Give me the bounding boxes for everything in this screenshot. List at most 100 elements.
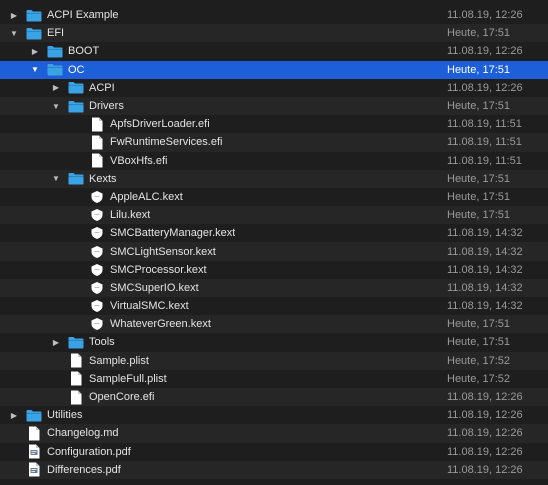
folder-row[interactable]: ▼ OC Heute, 17:51	[0, 60, 548, 79]
document-icon	[68, 353, 84, 368]
kext-icon	[89, 245, 105, 259]
disclosure-triangle-down-icon[interactable]: ▼	[50, 173, 62, 185]
item-date-modified: 11.08.19, 12:26	[447, 9, 523, 22]
item-name: VBoxHfs.efi	[110, 154, 168, 167]
item-name: EFI	[47, 27, 65, 40]
document-icon	[26, 426, 42, 441]
item-date-modified: 11.08.19, 12:26	[447, 409, 523, 422]
file-row[interactable]: OpenCore.efi 11.08.19, 12:26	[0, 387, 548, 407]
folder-row[interactable]: ▶ ACPI Example 11.08.19, 12:26	[0, 6, 548, 24]
file-row[interactable]: Configuration.pdf 11.08.19, 12:26	[0, 443, 548, 461]
item-name: Configuration.pdf	[47, 445, 131, 458]
file-row[interactable]: WhateverGreen.kext Heute, 17:51	[0, 315, 548, 334]
folder-icon	[47, 63, 63, 77]
folder-row[interactable]: ▼ Drivers Heute, 17:51	[0, 96, 548, 116]
disclosure-triangle-right-icon[interactable]: ▶	[50, 82, 62, 94]
disclosure-triangle-right-icon[interactable]: ▶	[50, 336, 62, 348]
item-date-modified: 11.08.19, 12:26	[447, 463, 523, 476]
disclosure-triangle-down-icon[interactable]: ▼	[50, 100, 62, 112]
item-name: Sample.plist	[89, 354, 149, 367]
disclosure-triangle-right-icon[interactable]: ▶	[8, 409, 20, 421]
disclosure-triangle-right-icon[interactable]: ▶	[8, 9, 20, 21]
folder-row[interactable]: ▶ Utilities 11.08.19, 12:26	[0, 406, 548, 424]
file-row[interactable]: SampleFull.plist Heute, 17:52	[0, 370, 548, 388]
file-row[interactable]: SMCBatteryManager.kext 11.08.19, 14:32	[0, 224, 548, 242]
folder-icon	[68, 81, 84, 95]
file-row[interactable]: SMCSuperIO.kext 11.08.19, 14:32	[0, 278, 548, 297]
item-date-modified: Heute, 17:51	[447, 209, 510, 222]
folder-row[interactable]: ▶ Tools Heute, 17:51	[0, 333, 548, 351]
file-row[interactable]: AppleALC.kext Heute, 17:51	[0, 188, 548, 206]
kext-icon	[89, 226, 105, 240]
disclosure-triangle-down-icon[interactable]: ▼	[29, 64, 41, 76]
document-icon	[89, 153, 105, 168]
item-date-modified: 11.08.19, 12:26	[447, 445, 523, 458]
kext-icon	[89, 190, 105, 204]
kext-icon	[89, 281, 105, 295]
item-name: SampleFull.plist	[89, 372, 167, 385]
item-date-modified: 11.08.19, 14:32	[447, 263, 523, 276]
file-row[interactable]: FwRuntimeServices.efi 11.08.19, 11:51	[0, 133, 548, 152]
item-date-modified: Heute, 17:51	[447, 190, 510, 203]
item-date-modified: Heute, 17:51	[447, 27, 510, 40]
document-icon	[89, 117, 105, 132]
item-date-modified: Heute, 17:51	[447, 100, 510, 113]
item-date-modified: 11.08.19, 14:32	[447, 300, 523, 313]
item-date-modified: Heute, 17:51	[447, 172, 510, 185]
file-row[interactable]: ApfsDriverLoader.efi 11.08.19, 11:51	[0, 115, 548, 133]
folder-row[interactable]: ▶ BOOT 11.08.19, 12:26	[0, 42, 548, 60]
file-row[interactable]: Sample.plist Heute, 17:52	[0, 351, 548, 370]
folder-icon	[26, 408, 42, 422]
item-name: ACPI	[89, 81, 115, 94]
folder-icon	[68, 99, 84, 113]
item-name: BOOT	[68, 45, 100, 58]
item-date-modified: 11.08.19, 11:51	[447, 118, 522, 131]
item-name: FwRuntimeServices.efi	[110, 136, 223, 149]
disclosure-triangle-right-icon[interactable]: ▶	[29, 45, 41, 57]
item-name: OC	[68, 63, 85, 76]
kext-icon	[89, 317, 105, 331]
item-date-modified: Heute, 17:51	[447, 336, 510, 349]
item-date-modified: 11.08.19, 14:32	[447, 281, 523, 294]
folder-row[interactable]: ▶ ACPI 11.08.19, 12:26	[0, 79, 548, 97]
item-date-modified: 11.08.19, 12:26	[447, 427, 523, 440]
folder-icon	[47, 44, 63, 58]
item-name: Tools	[89, 336, 115, 349]
item-date-modified: Heute, 17:52	[447, 354, 510, 367]
item-name: WhateverGreen.kext	[110, 318, 211, 331]
item-date-modified: Heute, 17:51	[447, 63, 510, 76]
file-row[interactable]: VirtualSMC.kext 11.08.19, 14:32	[0, 297, 548, 315]
item-name: AppleALC.kext	[110, 190, 183, 203]
file-row[interactable]: Differences.pdf 11.08.19, 12:26	[0, 460, 548, 479]
item-date-modified: 11.08.19, 14:32	[447, 245, 523, 258]
disclosure-triangle-down-icon[interactable]: ▼	[8, 27, 20, 39]
item-name: Changelog.md	[47, 427, 119, 440]
item-date-modified: 11.08.19, 12:26	[447, 391, 523, 404]
kext-icon	[89, 299, 105, 313]
item-date-modified: 11.08.19, 12:26	[447, 81, 523, 94]
kext-icon	[89, 263, 105, 277]
folder-row[interactable]: ▼ EFI Heute, 17:51	[0, 24, 548, 43]
item-name: Drivers	[89, 100, 124, 113]
item-date-modified: 11.08.19, 11:51	[447, 154, 522, 167]
folder-icon	[26, 26, 42, 40]
file-row[interactable]: SMCLightSensor.kext 11.08.19, 14:32	[0, 242, 548, 261]
item-name: VirtualSMC.kext	[110, 300, 189, 313]
item-name: ApfsDriverLoader.efi	[110, 118, 210, 131]
file-row[interactable]: VBoxHfs.efi 11.08.19, 11:51	[0, 152, 548, 170]
item-date-modified: Heute, 17:52	[447, 372, 510, 385]
file-row[interactable]: Lilu.kext Heute, 17:51	[0, 206, 548, 225]
document-icon	[68, 371, 84, 386]
item-name: Utilities	[47, 409, 83, 422]
finder-file-list[interactable]: ▶ ACPI Example 11.08.19, 12:26 ▼ EFI Heute, 1…	[0, 0, 548, 485]
folder-icon	[68, 172, 84, 186]
file-row[interactable]: SMCProcessor.kext 11.08.19, 14:32	[0, 261, 548, 279]
pdf-document-icon	[26, 444, 42, 459]
item-date-modified: 11.08.19, 14:32	[447, 227, 523, 240]
item-name: SMCProcessor.kext	[110, 263, 207, 276]
file-row[interactable]: Changelog.md 11.08.19, 12:26	[0, 424, 548, 443]
item-name: SMCBatteryManager.kext	[110, 227, 236, 240]
item-name: SMCSuperIO.kext	[110, 281, 199, 294]
document-icon	[68, 390, 84, 405]
folder-row[interactable]: ▼ Kexts Heute, 17:51	[0, 169, 548, 188]
